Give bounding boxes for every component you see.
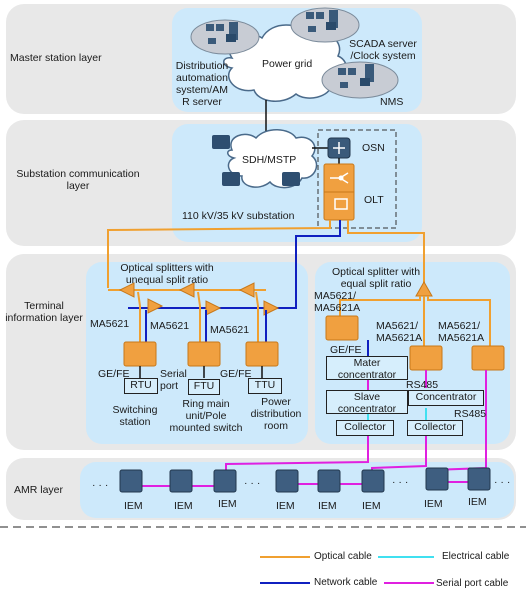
site-label-1: Switching station bbox=[112, 404, 158, 428]
ellipsis-3: · · · bbox=[392, 476, 409, 488]
onu-model-3: MA5621 bbox=[210, 324, 250, 336]
sdh-mstp-label: SDH/MSTP bbox=[242, 154, 297, 166]
distribution-label: Distribution automation system/AM R serv… bbox=[175, 60, 229, 108]
legend-serial: Serial port cable bbox=[436, 578, 509, 589]
onu-model-2: MA5621 bbox=[150, 320, 190, 332]
nms-server-disc bbox=[321, 61, 399, 99]
port-label-2: Serial port bbox=[160, 368, 187, 392]
iem-label-1: IEM bbox=[124, 500, 143, 512]
site-label-3: Power distribution room bbox=[250, 396, 302, 432]
port-label-3: GE/FE bbox=[220, 368, 252, 380]
rs485-label-2: RS485 bbox=[454, 408, 487, 420]
iem-label-8: IEM bbox=[468, 496, 487, 508]
unequal-splitter-title: Optical splitters with unequal split rat… bbox=[120, 262, 214, 286]
legend-network: Network cable bbox=[314, 577, 378, 588]
legend-optical: Optical cable bbox=[314, 551, 372, 562]
right-onu-model-1: MA5621/ MA5621A bbox=[314, 290, 361, 314]
iem-label-7: IEM bbox=[424, 498, 443, 510]
ttu-box: TTU bbox=[248, 378, 282, 394]
nms-label: NMS bbox=[380, 96, 404, 108]
master-concentrator-box: Mater concentrator bbox=[326, 356, 408, 381]
distribution-server-disc bbox=[190, 19, 260, 55]
left-onus bbox=[123, 341, 279, 367]
right-onu-model-2: MA5621/ MA5621A bbox=[376, 320, 423, 344]
right-onu-model-3: MA5621/ MA5621A bbox=[438, 320, 485, 344]
osn-device bbox=[327, 137, 351, 159]
substation-site-label: 110 kV/35 kV substation bbox=[182, 210, 295, 222]
ellipsis-1: · · · bbox=[92, 479, 109, 491]
concentrator-box: Concentrator bbox=[408, 390, 484, 406]
scada-label: SCADA server /Clock system bbox=[349, 38, 417, 62]
ellipsis-4: · · · bbox=[494, 476, 511, 488]
legend-electrical: Electrical cable bbox=[442, 551, 510, 562]
iem-label-6: IEM bbox=[362, 500, 381, 512]
slave-concentrator-box: Slave concentrator bbox=[326, 390, 408, 415]
olt-label: OLT bbox=[364, 194, 384, 206]
right-port-gefe: GE/FE bbox=[330, 344, 362, 356]
iem-label-3: IEM bbox=[218, 498, 237, 510]
scada-server-disc bbox=[290, 7, 360, 43]
iem-label-4: IEM bbox=[276, 500, 295, 512]
site-label-2: Ring main unit/Pole mounted switch bbox=[169, 398, 243, 434]
iem-label-2: IEM bbox=[174, 500, 193, 512]
equal-splitter-title: Optical splitter with equal split ratio bbox=[331, 266, 421, 290]
collector-box-1: Collector bbox=[336, 420, 394, 436]
osn-label: OSN bbox=[362, 142, 385, 154]
wiring-diagram bbox=[0, 7, 526, 584]
rtu-box: RTU bbox=[124, 378, 158, 394]
power-grid-label: Power grid bbox=[262, 58, 313, 70]
iem-meters bbox=[119, 467, 491, 493]
ftu-box: FTU bbox=[188, 379, 220, 395]
onu-model-1: MA5621 bbox=[90, 318, 130, 330]
olt-device bbox=[323, 163, 355, 221]
ellipsis-2: · · · bbox=[244, 477, 261, 489]
collector-box-2: Collector bbox=[407, 420, 463, 436]
iem-label-5: IEM bbox=[318, 500, 337, 512]
